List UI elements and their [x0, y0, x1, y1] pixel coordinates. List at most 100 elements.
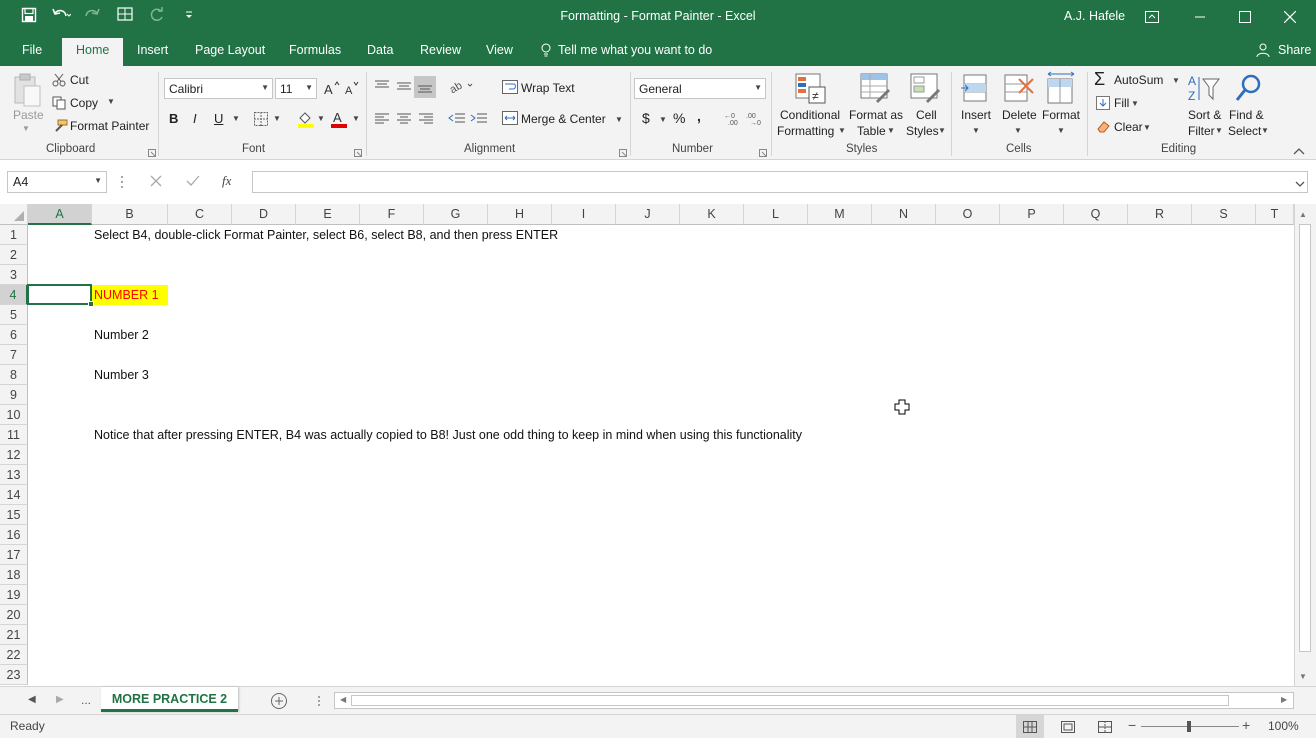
expand-formula-bar-icon[interactable] [1295, 177, 1305, 191]
minimize-icon[interactable] [1178, 4, 1222, 30]
format-painter-icon[interactable] [52, 119, 68, 136]
tab-file[interactable]: File [22, 43, 42, 57]
copy-dropdown-arrow[interactable]: ▼ [107, 97, 115, 106]
row-header-3[interactable]: 3 [0, 265, 28, 285]
column-header-E[interactable]: E [296, 204, 360, 225]
formula-input[interactable] [252, 171, 1308, 193]
select-all-corner[interactable] [0, 204, 28, 225]
row-header-7[interactable]: 7 [0, 345, 28, 365]
underline-dropdown-arrow[interactable]: ▼ [232, 114, 240, 123]
scroll-right-icon[interactable]: ▶ [1281, 695, 1287, 704]
horizontal-scroll-thumb[interactable] [351, 695, 1229, 706]
row-header-8[interactable]: 8 [0, 365, 28, 385]
row-header-4[interactable]: 4 [0, 285, 28, 305]
tab-view[interactable]: View [486, 43, 513, 57]
copy-button[interactable]: Copy [70, 96, 98, 110]
delete-cells-icon[interactable] [1003, 73, 1035, 108]
column-header-P[interactable]: P [1000, 204, 1064, 225]
cut-icon[interactable] [52, 73, 66, 90]
format-as-table-dropdown-arrow[interactable]: ▼ [887, 126, 895, 135]
delete-dropdown-arrow[interactable]: ▼ [1014, 126, 1022, 135]
name-box[interactable]: A4 ▼ [7, 171, 107, 193]
find-select-dropdown-arrow[interactable]: ▼ [1261, 126, 1269, 135]
alignment-dialog-launcher-icon[interactable] [619, 146, 627, 160]
column-header-H[interactable]: H [488, 204, 552, 225]
tab-insert[interactable]: Insert [137, 43, 168, 57]
column-header-F[interactable]: F [360, 204, 424, 225]
align-center-icon[interactable] [396, 112, 412, 129]
row-header-19[interactable]: 19 [0, 585, 28, 605]
column-header-L[interactable]: L [744, 204, 808, 225]
column-header-R[interactable]: R [1128, 204, 1192, 225]
sort-filter-dropdown-arrow[interactable]: ▼ [1215, 126, 1223, 135]
cancel-icon[interactable] [150, 175, 162, 190]
row-header-17[interactable]: 17 [0, 545, 28, 565]
column-header-A[interactable]: A [28, 204, 92, 225]
column-header-M[interactable]: M [808, 204, 872, 225]
column-header-B[interactable]: B [92, 204, 168, 225]
insert-dropdown-arrow[interactable]: ▼ [972, 126, 980, 135]
format-as-table-line1[interactable]: Format as [849, 108, 903, 122]
cell-styles-icon[interactable] [910, 73, 942, 108]
row-header-18[interactable]: 18 [0, 565, 28, 585]
borders-dropdown-arrow[interactable]: ▼ [273, 114, 281, 123]
fill-color-dropdown-arrow[interactable]: ▼ [317, 114, 325, 123]
fill-handle[interactable] [88, 301, 94, 307]
column-header-N[interactable]: N [872, 204, 936, 225]
number-dialog-launcher-icon[interactable] [759, 146, 767, 160]
previous-sheet-icon[interactable]: ◀ [28, 694, 36, 705]
find-select-line1[interactable]: Find & [1229, 108, 1264, 122]
column-header-C[interactable]: C [168, 204, 232, 225]
next-sheet-icon[interactable]: ▶ [56, 694, 64, 705]
accounting-format-button[interactable]: $ [642, 110, 650, 126]
row-header-6[interactable]: 6 [0, 325, 28, 345]
maximize-icon[interactable] [1223, 4, 1267, 30]
zoom-in-icon[interactable]: + [1242, 717, 1250, 733]
sheet-tab-active[interactable]: MORE PRACTICE 2 [101, 687, 238, 712]
vertical-scroll-thumb[interactable] [1299, 224, 1311, 652]
clear-dropdown-arrow[interactable]: ▼ [1143, 123, 1151, 132]
share-icon[interactable] [1256, 43, 1270, 60]
find-select-line2[interactable]: Select [1228, 124, 1261, 138]
column-header-S[interactable]: S [1192, 204, 1256, 225]
font-color-icon[interactable]: A [330, 110, 348, 131]
column-header-D[interactable]: D [232, 204, 296, 225]
wrap-text-button[interactable]: Wrap Text [521, 81, 575, 95]
autosum-dropdown-arrow[interactable]: ▼ [1172, 76, 1180, 85]
zoom-slider-thumb[interactable] [1187, 721, 1191, 732]
column-header-G[interactable]: G [424, 204, 488, 225]
copy-icon[interactable] [52, 96, 66, 113]
tab-data[interactable]: Data [367, 43, 393, 57]
accounting-dropdown-arrow[interactable]: ▼ [659, 115, 667, 124]
find-select-icon[interactable] [1234, 73, 1264, 108]
font-dialog-launcher-icon[interactable] [354, 146, 362, 160]
close-icon[interactable] [1268, 4, 1312, 30]
column-header-T[interactable]: T [1256, 204, 1294, 225]
delete-cells-button[interactable]: Delete [1002, 108, 1037, 122]
format-dropdown-arrow[interactable]: ▼ [1057, 126, 1065, 135]
tab-page-layout[interactable]: Page Layout [195, 43, 265, 57]
percent-style-button[interactable]: % [673, 110, 685, 126]
align-right-icon[interactable] [418, 112, 434, 129]
cell-B6[interactable]: Number 2 [94, 325, 149, 345]
normal-view-icon[interactable] [1016, 715, 1044, 738]
insert-cells-button[interactable]: Insert [961, 108, 991, 122]
clear-icon[interactable] [1096, 119, 1110, 136]
wrap-text-icon[interactable] [502, 80, 518, 97]
merge-dropdown-arrow[interactable]: ▼ [615, 115, 623, 124]
cell-B1[interactable]: Select B4, double-click Format Painter, … [94, 225, 558, 245]
row-header-13[interactable]: 13 [0, 465, 28, 485]
column-header-K[interactable]: K [680, 204, 744, 225]
fill-icon[interactable] [1096, 96, 1110, 113]
insert-cells-icon[interactable] [960, 73, 992, 108]
cell-B4[interactable]: NUMBER 1 [92, 285, 168, 305]
row-header-22[interactable]: 22 [0, 645, 28, 665]
row-header-11[interactable]: 11 [0, 425, 28, 445]
italic-button[interactable]: I [193, 111, 197, 126]
row-header-23[interactable]: 23 [0, 665, 28, 685]
align-left-icon[interactable] [374, 112, 390, 129]
middle-align-icon[interactable] [396, 79, 412, 96]
column-header-O[interactable]: O [936, 204, 1000, 225]
vertical-scrollbar[interactable]: ▲ ▼ [1294, 204, 1316, 686]
increase-decimal-icon[interactable]: ←0.00 [724, 112, 742, 129]
